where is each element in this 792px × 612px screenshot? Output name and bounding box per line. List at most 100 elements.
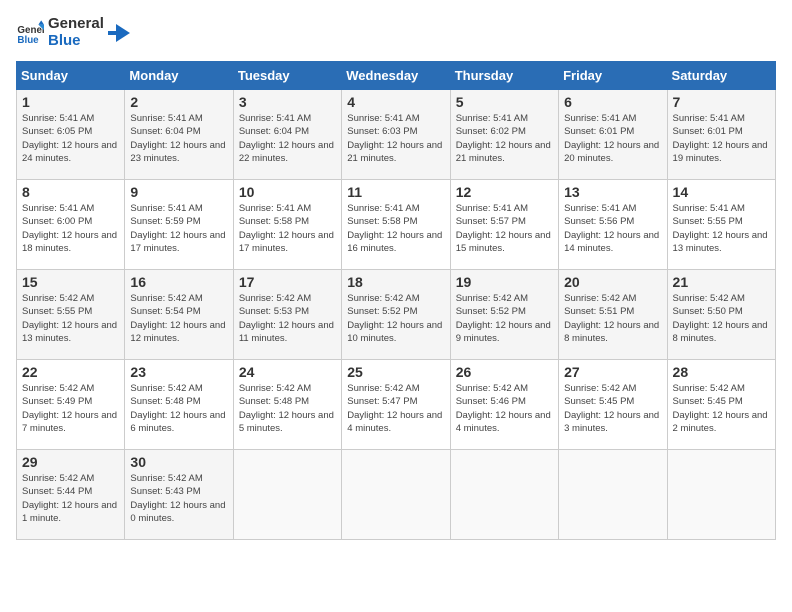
day-number: 2 bbox=[130, 94, 227, 110]
day-info: Sunrise: 5:42 AMSunset: 5:55 PMDaylight:… bbox=[22, 293, 117, 344]
calendar-week-row: 1 Sunrise: 5:41 AMSunset: 6:05 PMDayligh… bbox=[17, 90, 776, 180]
day-info: Sunrise: 5:42 AMSunset: 5:45 PMDaylight:… bbox=[564, 383, 659, 434]
calendar-cell: 3 Sunrise: 5:41 AMSunset: 6:04 PMDayligh… bbox=[233, 90, 341, 180]
weekday-header-wednesday: Wednesday bbox=[342, 62, 450, 90]
day-number: 15 bbox=[22, 274, 119, 290]
day-number: 8 bbox=[22, 184, 119, 200]
weekday-header-sunday: Sunday bbox=[17, 62, 125, 90]
day-info: Sunrise: 5:41 AMSunset: 5:59 PMDaylight:… bbox=[130, 203, 225, 254]
calendar-cell: 23 Sunrise: 5:42 AMSunset: 5:48 PMDaylig… bbox=[125, 360, 233, 450]
svg-text:Blue: Blue bbox=[17, 34, 39, 45]
day-number: 21 bbox=[673, 274, 770, 290]
calendar-cell bbox=[450, 450, 558, 540]
day-info: Sunrise: 5:41 AMSunset: 5:58 PMDaylight:… bbox=[239, 203, 334, 254]
calendar-table: SundayMondayTuesdayWednesdayThursdayFrid… bbox=[16, 61, 776, 540]
calendar-cell: 20 Sunrise: 5:42 AMSunset: 5:51 PMDaylig… bbox=[559, 270, 667, 360]
calendar-cell: 16 Sunrise: 5:42 AMSunset: 5:54 PMDaylig… bbox=[125, 270, 233, 360]
calendar-cell: 10 Sunrise: 5:41 AMSunset: 5:58 PMDaylig… bbox=[233, 180, 341, 270]
day-number: 26 bbox=[456, 364, 553, 380]
calendar-cell bbox=[667, 450, 775, 540]
day-info: Sunrise: 5:41 AMSunset: 6:00 PMDaylight:… bbox=[22, 203, 117, 254]
day-info: Sunrise: 5:42 AMSunset: 5:47 PMDaylight:… bbox=[347, 383, 442, 434]
logo: General Blue General Blue bbox=[16, 16, 130, 49]
day-info: Sunrise: 5:41 AMSunset: 6:05 PMDaylight:… bbox=[22, 113, 117, 164]
day-info: Sunrise: 5:42 AMSunset: 5:43 PMDaylight:… bbox=[130, 473, 225, 524]
day-info: Sunrise: 5:41 AMSunset: 6:01 PMDaylight:… bbox=[564, 113, 659, 164]
calendar-cell bbox=[233, 450, 341, 540]
day-number: 30 bbox=[130, 454, 227, 470]
calendar-cell: 29 Sunrise: 5:42 AMSunset: 5:44 PMDaylig… bbox=[17, 450, 125, 540]
day-info: Sunrise: 5:41 AMSunset: 6:04 PMDaylight:… bbox=[239, 113, 334, 164]
day-number: 5 bbox=[456, 94, 553, 110]
day-info: Sunrise: 5:41 AMSunset: 6:01 PMDaylight:… bbox=[673, 113, 768, 164]
calendar-cell bbox=[342, 450, 450, 540]
page-header: General Blue General Blue bbox=[16, 16, 776, 49]
calendar-cell: 30 Sunrise: 5:42 AMSunset: 5:43 PMDaylig… bbox=[125, 450, 233, 540]
day-info: Sunrise: 5:42 AMSunset: 5:49 PMDaylight:… bbox=[22, 383, 117, 434]
day-info: Sunrise: 5:42 AMSunset: 5:50 PMDaylight:… bbox=[673, 293, 768, 344]
day-number: 10 bbox=[239, 184, 336, 200]
day-number: 13 bbox=[564, 184, 661, 200]
day-info: Sunrise: 5:41 AMSunset: 6:04 PMDaylight:… bbox=[130, 113, 225, 164]
calendar-cell: 13 Sunrise: 5:41 AMSunset: 5:56 PMDaylig… bbox=[559, 180, 667, 270]
day-info: Sunrise: 5:41 AMSunset: 5:57 PMDaylight:… bbox=[456, 203, 551, 254]
calendar-cell: 5 Sunrise: 5:41 AMSunset: 6:02 PMDayligh… bbox=[450, 90, 558, 180]
day-number: 11 bbox=[347, 184, 444, 200]
day-number: 24 bbox=[239, 364, 336, 380]
day-number: 19 bbox=[456, 274, 553, 290]
calendar-cell: 21 Sunrise: 5:42 AMSunset: 5:50 PMDaylig… bbox=[667, 270, 775, 360]
day-number: 22 bbox=[22, 364, 119, 380]
calendar-week-row: 8 Sunrise: 5:41 AMSunset: 6:00 PMDayligh… bbox=[17, 180, 776, 270]
calendar-cell: 18 Sunrise: 5:42 AMSunset: 5:52 PMDaylig… bbox=[342, 270, 450, 360]
day-number: 29 bbox=[22, 454, 119, 470]
calendar-cell: 9 Sunrise: 5:41 AMSunset: 5:59 PMDayligh… bbox=[125, 180, 233, 270]
calendar-cell: 19 Sunrise: 5:42 AMSunset: 5:52 PMDaylig… bbox=[450, 270, 558, 360]
day-number: 17 bbox=[239, 274, 336, 290]
calendar-cell: 17 Sunrise: 5:42 AMSunset: 5:53 PMDaylig… bbox=[233, 270, 341, 360]
day-number: 23 bbox=[130, 364, 227, 380]
calendar-cell: 4 Sunrise: 5:41 AMSunset: 6:03 PMDayligh… bbox=[342, 90, 450, 180]
calendar-cell: 24 Sunrise: 5:42 AMSunset: 5:48 PMDaylig… bbox=[233, 360, 341, 450]
day-info: Sunrise: 5:42 AMSunset: 5:53 PMDaylight:… bbox=[239, 293, 334, 344]
calendar-week-row: 22 Sunrise: 5:42 AMSunset: 5:49 PMDaylig… bbox=[17, 360, 776, 450]
day-number: 27 bbox=[564, 364, 661, 380]
calendar-cell: 25 Sunrise: 5:42 AMSunset: 5:47 PMDaylig… bbox=[342, 360, 450, 450]
day-number: 7 bbox=[673, 94, 770, 110]
day-info: Sunrise: 5:42 AMSunset: 5:45 PMDaylight:… bbox=[673, 383, 768, 434]
calendar-week-row: 29 Sunrise: 5:42 AMSunset: 5:44 PMDaylig… bbox=[17, 450, 776, 540]
weekday-header-monday: Monday bbox=[125, 62, 233, 90]
weekday-header-tuesday: Tuesday bbox=[233, 62, 341, 90]
day-number: 20 bbox=[564, 274, 661, 290]
calendar-cell: 26 Sunrise: 5:42 AMSunset: 5:46 PMDaylig… bbox=[450, 360, 558, 450]
day-info: Sunrise: 5:42 AMSunset: 5:48 PMDaylight:… bbox=[239, 383, 334, 434]
day-info: Sunrise: 5:42 AMSunset: 5:51 PMDaylight:… bbox=[564, 293, 659, 344]
calendar-cell: 11 Sunrise: 5:41 AMSunset: 5:58 PMDaylig… bbox=[342, 180, 450, 270]
day-info: Sunrise: 5:41 AMSunset: 5:56 PMDaylight:… bbox=[564, 203, 659, 254]
weekday-header-row: SundayMondayTuesdayWednesdayThursdayFrid… bbox=[17, 62, 776, 90]
logo-blue: Blue bbox=[48, 33, 104, 50]
calendar-cell: 8 Sunrise: 5:41 AMSunset: 6:00 PMDayligh… bbox=[17, 180, 125, 270]
day-info: Sunrise: 5:42 AMSunset: 5:46 PMDaylight:… bbox=[456, 383, 551, 434]
logo-general: General bbox=[48, 16, 104, 33]
calendar-cell: 14 Sunrise: 5:41 AMSunset: 5:55 PMDaylig… bbox=[667, 180, 775, 270]
day-number: 9 bbox=[130, 184, 227, 200]
calendar-cell: 28 Sunrise: 5:42 AMSunset: 5:45 PMDaylig… bbox=[667, 360, 775, 450]
weekday-header-friday: Friday bbox=[559, 62, 667, 90]
calendar-cell: 2 Sunrise: 5:41 AMSunset: 6:04 PMDayligh… bbox=[125, 90, 233, 180]
day-info: Sunrise: 5:42 AMSunset: 5:52 PMDaylight:… bbox=[347, 293, 442, 344]
calendar-cell: 27 Sunrise: 5:42 AMSunset: 5:45 PMDaylig… bbox=[559, 360, 667, 450]
day-number: 4 bbox=[347, 94, 444, 110]
calendar-cell: 15 Sunrise: 5:42 AMSunset: 5:55 PMDaylig… bbox=[17, 270, 125, 360]
day-number: 28 bbox=[673, 364, 770, 380]
day-info: Sunrise: 5:41 AMSunset: 6:02 PMDaylight:… bbox=[456, 113, 551, 164]
day-info: Sunrise: 5:42 AMSunset: 5:54 PMDaylight:… bbox=[130, 293, 225, 344]
day-info: Sunrise: 5:42 AMSunset: 5:48 PMDaylight:… bbox=[130, 383, 225, 434]
day-info: Sunrise: 5:41 AMSunset: 5:58 PMDaylight:… bbox=[347, 203, 442, 254]
day-number: 16 bbox=[130, 274, 227, 290]
day-info: Sunrise: 5:42 AMSunset: 5:44 PMDaylight:… bbox=[22, 473, 117, 524]
day-number: 14 bbox=[673, 184, 770, 200]
day-number: 25 bbox=[347, 364, 444, 380]
day-number: 3 bbox=[239, 94, 336, 110]
day-number: 12 bbox=[456, 184, 553, 200]
day-number: 6 bbox=[564, 94, 661, 110]
